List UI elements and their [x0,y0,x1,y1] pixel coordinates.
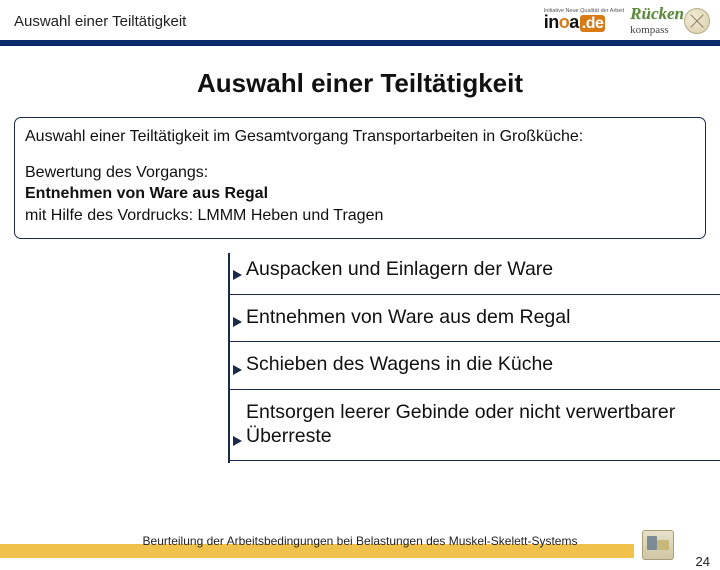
step-item: Entsorgen leerer Gebinde oder nicht verw… [230,390,720,462]
compass-icon [684,8,710,34]
inqa-logo-text: inoa.de [544,12,606,32]
box-line-2c: mit Hilfe des Vordrucks: LMMM Heben und … [25,205,695,227]
context-box: Auswahl einer Teiltätigkeit im Gesamtvor… [14,117,706,239]
step-item: Schieben des Wagens in die Küche [230,342,720,389]
step-label: Entnehmen von Ware aus dem Regal [246,306,570,328]
page-title: Auswahl einer Teiltätigkeit [0,68,720,99]
box-line-1: Auswahl einer Teiltätigkeit im Gesamtvor… [25,126,695,148]
step-label: Entsorgen leerer Gebinde oder nicht verw… [246,401,675,447]
box-line-2a: Bewertung des Vorgangs: [25,162,695,184]
slide-header: Auswahl einer Teiltätigkeit Initiative N… [0,0,720,46]
inqa-logo: Initiative Neue Qualität der Arbeit inoa… [544,6,624,36]
step-label: Auspacken und Einlagern der Ware [246,258,553,280]
footer-text: Beurteilung der Arbeitsbedingungen bei B… [0,534,720,548]
rueckenkompass-logo: Rücken kompass [630,6,710,36]
step-item: Entnehmen von Ware aus dem Regal [230,295,720,342]
box-line-2b: Entnehmen von Ware aus Regal [25,183,695,205]
kompass-text: kompass [630,24,684,36]
arrow-right-icon [233,317,242,327]
arrow-right-icon [233,436,242,446]
footer-right: 24 [634,532,720,570]
header-logos: Initiative Neue Qualität der Arbeit inoa… [544,6,710,36]
workstation-icon [642,530,674,560]
arrow-right-icon [233,365,242,375]
slide-footer: Beurteilung der Arbeitsbedingungen bei B… [0,532,720,570]
header-title: Auswahl einer Teiltätigkeit [14,13,186,30]
page-number: 24 [696,554,710,569]
step-label: Schieben des Wagens in die Küche [246,353,553,375]
ruecken-text: Rücken [630,4,684,23]
steps-tree: Auspacken und Einlagern der Ware Entnehm… [228,253,720,463]
arrow-right-icon [233,270,242,280]
step-item: Auspacken und Einlagern der Ware [230,253,720,294]
